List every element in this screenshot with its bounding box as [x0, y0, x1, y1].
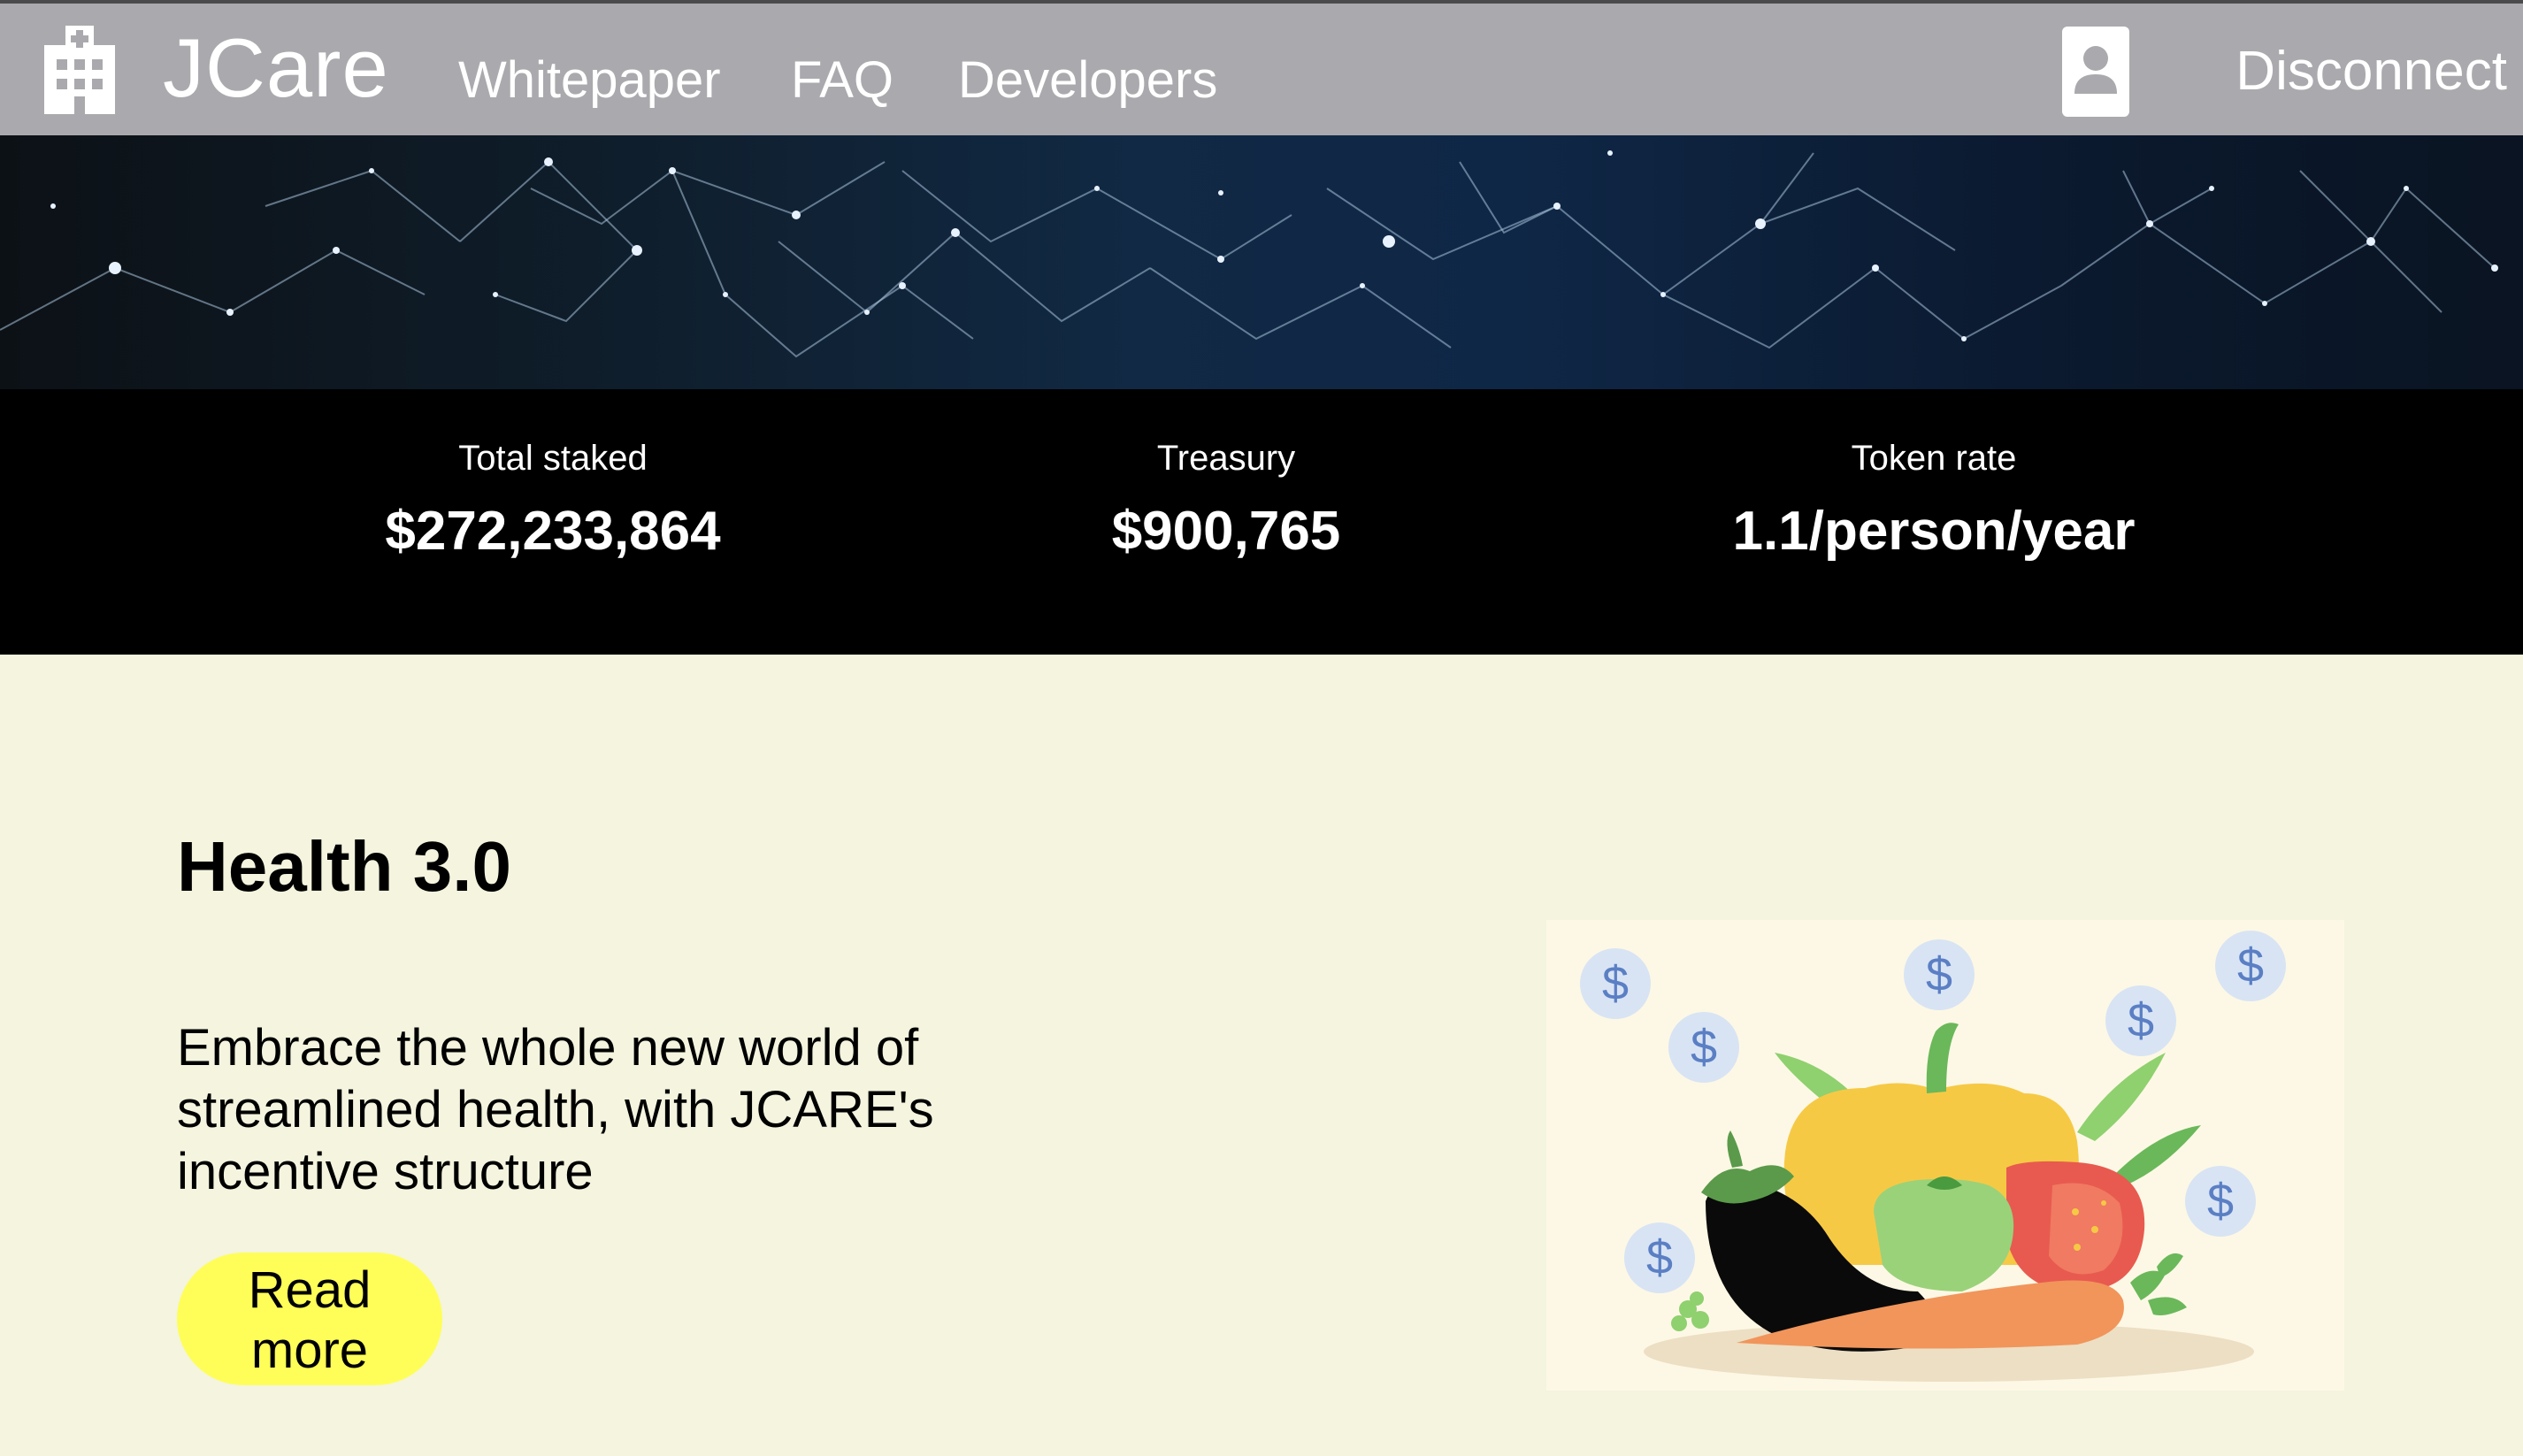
feature-title: Health 3.0 — [177, 827, 511, 906]
dollar-coin-icon: $ — [1668, 1012, 1739, 1083]
stat-label: Total staked — [458, 439, 648, 478]
svg-text:$: $ — [1646, 1231, 1673, 1284]
svg-text:$: $ — [2128, 994, 2154, 1047]
nav-link-faq[interactable]: FAQ — [791, 55, 893, 106]
network-constellation-graphic — [0, 150, 2498, 358]
disconnect-button[interactable]: Disconnect — [2062, 23, 2507, 120]
svg-text:$: $ — [1602, 957, 1629, 1010]
read-more-button[interactable]: Read more — [177, 1253, 442, 1385]
stat-token-rate: Token rate 1.1/person/year — [1624, 441, 2243, 559]
stat-label: Token rate — [1851, 439, 2017, 478]
stat-value: $272,233,864 — [385, 501, 721, 562]
top-navbar: JCare Whitepaper FAQ Developers Disconne… — [0, 0, 2523, 135]
nav-link-developers[interactable]: Developers — [958, 55, 1217, 106]
dollar-coin-icon: $ — [2105, 985, 2176, 1056]
stats-bar: Total staked $272,233,864 Treasury $900,… — [0, 389, 2523, 655]
vegetables-with-coins-graphic: $ $ $ $ $ $ $ — [1580, 931, 2286, 1382]
feature-description: Embrace the whole new world of streamlin… — [177, 1019, 934, 1200]
dollar-coin-icon: $ — [1904, 939, 1975, 1010]
user-badge-icon — [2062, 27, 2130, 117]
nav-link-whitepaper[interactable]: Whitepaper — [458, 55, 721, 106]
dollar-coin-icon: $ — [1580, 948, 1651, 1019]
stat-treasury: Treasury $900,765 — [916, 441, 1536, 559]
stat-value: 1.1/person/year — [1732, 501, 2136, 562]
svg-text:$: $ — [1691, 1021, 1717, 1074]
brand-logo-link[interactable]: JCare — [39, 19, 389, 117]
stat-total-staked: Total staked $272,233,864 — [243, 441, 863, 559]
vegetables-illustration: $ $ $ $ $ $ $ — [1546, 920, 2344, 1391]
svg-text:$: $ — [2237, 939, 2264, 992]
dollar-coin-icon: $ — [1624, 1222, 1695, 1293]
brand-name: JCare — [163, 21, 389, 114]
feature-section: Health 3.0 Embrace the whole new world o… — [0, 655, 2523, 1456]
dollar-coin-icon: $ — [2215, 931, 2286, 1001]
stat-label: Treasury — [1156, 439, 1296, 478]
hero-network-banner — [0, 135, 2523, 389]
hospital-icon — [44, 26, 115, 114]
stat-value: $900,765 — [1111, 501, 1341, 562]
svg-text:$: $ — [1926, 948, 1952, 1001]
svg-text:$: $ — [2207, 1175, 2234, 1228]
dollar-coin-icon: $ — [2185, 1166, 2256, 1237]
disconnect-label: Disconnect — [2235, 41, 2507, 102]
